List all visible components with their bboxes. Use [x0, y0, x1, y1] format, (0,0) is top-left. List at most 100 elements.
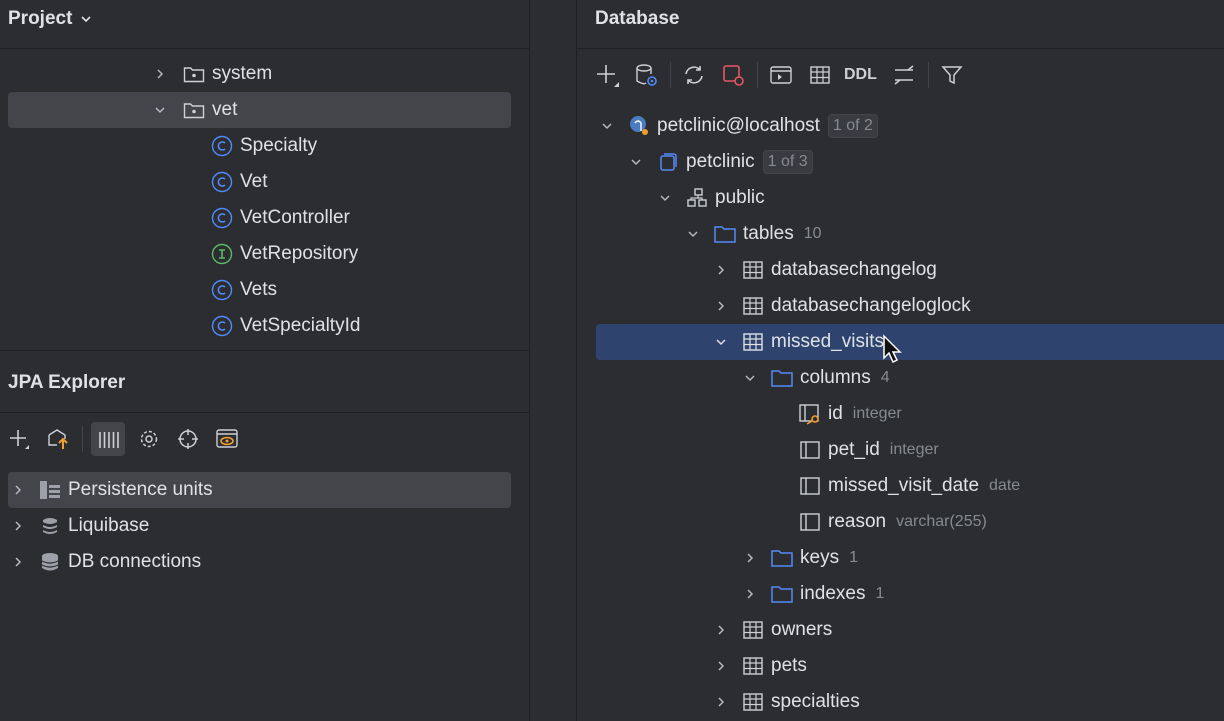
package-icon: [182, 98, 206, 122]
database-badge: 1 of 3: [762, 150, 813, 174]
schema-label: public: [715, 187, 765, 208]
indexes-folder-row[interactable]: indexes 1: [740, 576, 884, 612]
datasource-label: petclinic@localhost: [657, 115, 820, 136]
chevron-right-icon[interactable]: [8, 480, 28, 500]
table-row[interactable]: pets: [711, 648, 807, 684]
chevron-right-icon[interactable]: [711, 296, 731, 316]
datasource-row[interactable]: petclinic@localhost 1 of 2: [597, 108, 878, 144]
selection-highlight: [596, 324, 1224, 360]
postgresql-icon: [627, 114, 651, 138]
columns-folder-row[interactable]: columns 4: [740, 360, 890, 396]
column-label: reason: [828, 511, 887, 532]
keys-folder-row[interactable]: keys 1: [740, 540, 858, 576]
tree-item-vet[interactable]: vet: [150, 92, 237, 128]
table-row[interactable]: owners: [711, 612, 832, 648]
compare-icon[interactable]: [889, 60, 919, 90]
ddl-button[interactable]: DDL: [844, 60, 877, 90]
tree-item-specialty[interactable]: Specialty: [210, 128, 317, 164]
columns-folder-label: columns: [800, 367, 871, 388]
database-row[interactable]: petclinic 1 of 3: [626, 144, 813, 180]
table-label: specialties: [771, 691, 860, 712]
refresh-icon[interactable]: [679, 60, 709, 90]
chevron-right-icon[interactable]: [8, 516, 28, 536]
console-icon[interactable]: [766, 60, 796, 90]
table-row[interactable]: specialties: [711, 684, 860, 720]
chevron-right-icon[interactable]: [711, 692, 731, 712]
chevron-down-icon[interactable]: [740, 368, 760, 388]
chevron-down-icon[interactable]: [683, 224, 703, 244]
class-icon: [210, 170, 234, 194]
tree-item-vetrepository[interactable]: VetRepository: [210, 236, 358, 272]
datasource-properties-icon[interactable]: [631, 60, 661, 90]
disconnect-icon[interactable]: [718, 60, 748, 90]
chevron-down-icon: [80, 13, 92, 25]
gear-icon[interactable]: [134, 424, 164, 454]
column-icon: [798, 474, 822, 498]
filter-icon[interactable]: [937, 60, 967, 90]
tree-item-label: VetSpecialtyId: [240, 315, 361, 336]
preview-icon[interactable]: [212, 424, 242, 454]
class-icon: [210, 134, 234, 158]
table-row[interactable]: databasechangelog: [711, 252, 937, 288]
target-icon[interactable]: [173, 424, 203, 454]
class-icon: [210, 278, 234, 302]
column-row[interactable]: pet_id integer: [798, 432, 939, 468]
tree-item-vet-class[interactable]: Vet: [210, 164, 267, 200]
column-type: integer: [852, 405, 902, 422]
persistence-icon: [38, 478, 62, 502]
database-title: Database: [595, 8, 680, 29]
class-icon: [210, 206, 234, 230]
chevron-down-icon[interactable]: [150, 100, 170, 120]
table-row[interactable]: databasechangeloglock: [711, 288, 971, 324]
tree-item-vetspecialtyid[interactable]: VetSpecialtyId: [210, 308, 360, 344]
tree-item-system[interactable]: system: [150, 56, 272, 92]
column-label: pet_id: [828, 439, 880, 460]
tree-item-vets[interactable]: Vets: [210, 272, 277, 308]
add-icon[interactable]: [4, 424, 34, 454]
column-type: varchar(255): [896, 513, 987, 530]
jpa-item-label: DB connections: [68, 551, 202, 572]
upload-entity-icon[interactable]: [43, 424, 73, 454]
chevron-down-icon[interactable]: [711, 332, 731, 352]
chevron-right-icon[interactable]: [740, 584, 760, 604]
chevron-down-icon[interactable]: [597, 116, 617, 136]
jpa-header-separator: [0, 412, 529, 413]
jpa-item-persistence-units[interactable]: Persistence units: [8, 472, 213, 508]
chevron-down-icon[interactable]: [626, 152, 646, 172]
tree-item-vetcontroller[interactable]: VetController: [210, 200, 350, 236]
chevron-right-icon[interactable]: [150, 64, 170, 84]
table-icon: [741, 654, 765, 678]
chevron-right-icon[interactable]: [8, 552, 28, 572]
column-row[interactable]: missed_visit_date date: [798, 468, 1020, 504]
chevron-right-icon[interactable]: [711, 620, 731, 640]
columns-icon[interactable]: [91, 422, 125, 456]
tables-folder-row[interactable]: tables 10: [683, 216, 822, 252]
project-header[interactable]: Project: [8, 6, 92, 32]
column-type: date: [989, 477, 1021, 494]
interface-icon: [210, 242, 234, 266]
table-row-selected[interactable]: missed_visits: [711, 324, 884, 360]
schema-row[interactable]: public: [655, 180, 765, 216]
keys-count: 1: [849, 549, 858, 566]
folder-icon: [770, 546, 794, 570]
tree-item-label: Vets: [240, 279, 277, 300]
tree-item-label: Specialty: [240, 135, 318, 156]
add-icon[interactable]: [592, 60, 622, 90]
database-icon: [38, 550, 62, 574]
class-icon: [210, 314, 234, 338]
chevron-down-icon[interactable]: [655, 188, 675, 208]
database-schema-icon: [656, 150, 680, 174]
tables-count: 10: [803, 225, 822, 242]
toolbar-separator: [82, 426, 83, 452]
chevron-right-icon[interactable]: [740, 548, 760, 568]
column-icon: [798, 438, 822, 462]
jpa-toolbar: [4, 422, 251, 456]
column-row[interactable]: id integer: [798, 396, 902, 432]
jpa-item-liquibase[interactable]: Liquibase: [8, 508, 149, 544]
chevron-right-icon[interactable]: [711, 656, 731, 676]
chevron-right-icon[interactable]: [711, 260, 731, 280]
schema-icon: [685, 186, 709, 210]
table-icon[interactable]: [805, 60, 835, 90]
column-row[interactable]: reason varchar(255): [798, 504, 987, 540]
jpa-item-db-connections[interactable]: DB connections: [8, 544, 201, 580]
